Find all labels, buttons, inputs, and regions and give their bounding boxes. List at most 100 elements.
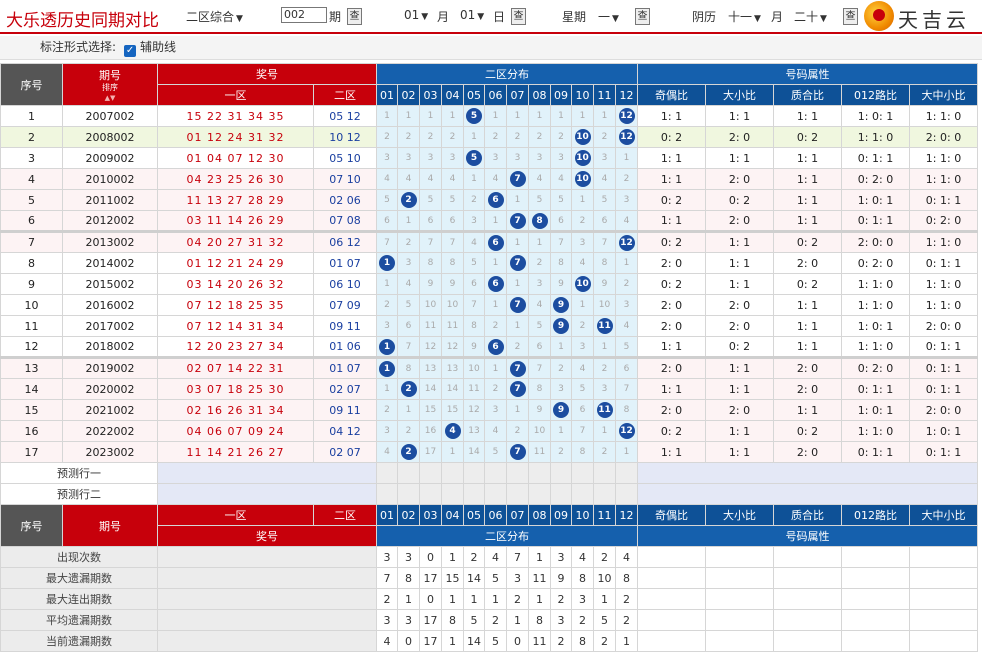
dist-cell: 1: [506, 230, 529, 253]
dist-cell: 5: [376, 189, 398, 211]
zone-select[interactable]: 二区综合 ▼: [186, 8, 243, 25]
predict-cell[interactable]: [397, 462, 420, 484]
row-seq: 16: [0, 420, 63, 442]
dist-cell: 13: [463, 420, 485, 442]
predict-cell[interactable]: [571, 462, 594, 484]
dist-cell: 11: [463, 378, 485, 400]
dist-cell: 8: [615, 399, 638, 421]
row-attr: 0: 1: 1: [909, 441, 978, 463]
stat-attr-empty: [909, 546, 978, 568]
predict-cell[interactable]: [397, 483, 420, 505]
predict-cell[interactable]: [376, 483, 398, 505]
predict-cell[interactable]: [615, 483, 638, 505]
predict-prize-input[interactable]: [157, 483, 377, 505]
dist-cell: 1: [397, 210, 420, 232]
stat-value: 3: [506, 567, 529, 589]
stat-attr-empty: [637, 588, 706, 610]
query-weekday-button[interactable]: 查: [635, 8, 650, 25]
dist-cell: 2: [376, 294, 398, 316]
dist-cell: 4: [550, 168, 572, 190]
dist-cell: 4: [419, 168, 442, 190]
row-attr: 1: 1: [705, 147, 774, 169]
dist-cell: 11: [593, 399, 616, 421]
lunar-day-select[interactable]: 二十 ▼: [794, 8, 827, 25]
dist-cell: 7: [615, 378, 638, 400]
predict-cell[interactable]: [463, 483, 485, 505]
row-attr: 0: 2: [637, 230, 706, 253]
footer-zone2: 二区: [313, 504, 377, 526]
stat-value: 8: [397, 567, 420, 589]
logo-text: 天吉云: [898, 8, 970, 32]
row-attr: 1: 1: 0: [841, 273, 910, 295]
dist-cell: 4: [528, 168, 551, 190]
predict-cell[interactable]: [484, 462, 507, 484]
predict-cell[interactable]: [376, 462, 398, 484]
row-attr: 1: 1: [705, 378, 774, 400]
stat-value: 15: [441, 567, 464, 589]
query-period-button[interactable]: 查: [347, 8, 362, 25]
stat-attr-empty: [637, 609, 706, 631]
helper-line-checkbox[interactable]: ✓: [124, 45, 137, 57]
query-lunar-button[interactable]: 查: [843, 8, 858, 25]
dist-cell: 2: [506, 336, 529, 358]
dist-cell: 9: [550, 294, 572, 316]
predict-cell[interactable]: [484, 483, 507, 505]
row-attr: 1: 1: [637, 168, 706, 190]
predict-cell[interactable]: [550, 462, 572, 484]
stat-value: 1: [484, 588, 507, 610]
row-back-numbers: 07 10: [313, 168, 377, 190]
dist-cell: 9: [550, 273, 572, 295]
dist-cell: 3: [376, 315, 398, 337]
predict-prize-input[interactable]: [157, 462, 377, 484]
row-attr: 0: 2: [637, 126, 706, 148]
row-attr: 1: 1: [637, 336, 706, 358]
row-period: 2013002: [62, 230, 158, 253]
predict-cell[interactable]: [550, 483, 572, 505]
predict-cell[interactable]: [441, 483, 464, 505]
predict-cell[interactable]: [463, 462, 485, 484]
dist-cell: 3: [571, 230, 594, 253]
table-row: 6 2012002 03 11 14 26 29 07 08 6 1 6 6 3 1 7 8 6 2 6 4 1…: [0, 210, 978, 232]
period-input[interactable]: 002: [281, 7, 327, 23]
dist-cell: 2: [484, 315, 507, 337]
row-attr: 2: 0: [773, 441, 842, 463]
dist-cell: 12: [441, 336, 464, 358]
predict-cell[interactable]: [441, 462, 464, 484]
predict-cell[interactable]: [571, 483, 594, 505]
predict-cell[interactable]: [528, 483, 551, 505]
predict-cell[interactable]: [419, 462, 442, 484]
dist-cell: 10: [571, 273, 594, 295]
dist-cell: 1: [419, 105, 442, 127]
query-date-button[interactable]: 查: [511, 8, 526, 25]
dist-cell: 7: [571, 420, 594, 442]
lunar-month-select[interactable]: 十一 ▼: [728, 8, 761, 25]
day-select[interactable]: 01 ▼: [460, 8, 484, 22]
row-attr: 0: 2: [773, 273, 842, 295]
period-label: 期: [329, 10, 342, 24]
table-row: 8 2014002 01 12 21 24 29 01 07 1 3 8 8 5 1 7 2 8 4 8 1 2…: [0, 252, 978, 274]
predict-label[interactable]: 预测行一: [0, 462, 158, 484]
predict-cell[interactable]: [506, 483, 529, 505]
day-label: 日: [493, 10, 506, 24]
row-attr: 1: 1: [773, 336, 842, 358]
dist-cell: 10: [528, 420, 551, 442]
predict-cell[interactable]: [528, 462, 551, 484]
dist-cell: 3: [441, 147, 464, 169]
month-select[interactable]: 01 ▼: [404, 8, 428, 22]
predict-cell[interactable]: [506, 462, 529, 484]
predict-cell[interactable]: [593, 483, 616, 505]
col-header-period[interactable]: 期号 排序 ▲▼: [62, 63, 158, 106]
weekday-select[interactable]: 一 ▼: [598, 8, 619, 25]
dist-cell: 9: [441, 273, 464, 295]
footer-attr: 质合比: [773, 504, 842, 526]
predict-cell[interactable]: [593, 462, 616, 484]
predict-label[interactable]: 预测行二: [0, 483, 158, 505]
sort-toggle[interactable]: 排序 ▲▼: [64, 83, 157, 103]
stat-empty: [157, 546, 377, 568]
predict-cell[interactable]: [419, 483, 442, 505]
stat-label: 最大连出期数: [0, 588, 158, 610]
stat-attr-empty: [841, 567, 910, 589]
dist-cell: 10: [593, 294, 616, 316]
predict-cell[interactable]: [615, 462, 638, 484]
col-header-attr: 质合比: [773, 84, 842, 106]
